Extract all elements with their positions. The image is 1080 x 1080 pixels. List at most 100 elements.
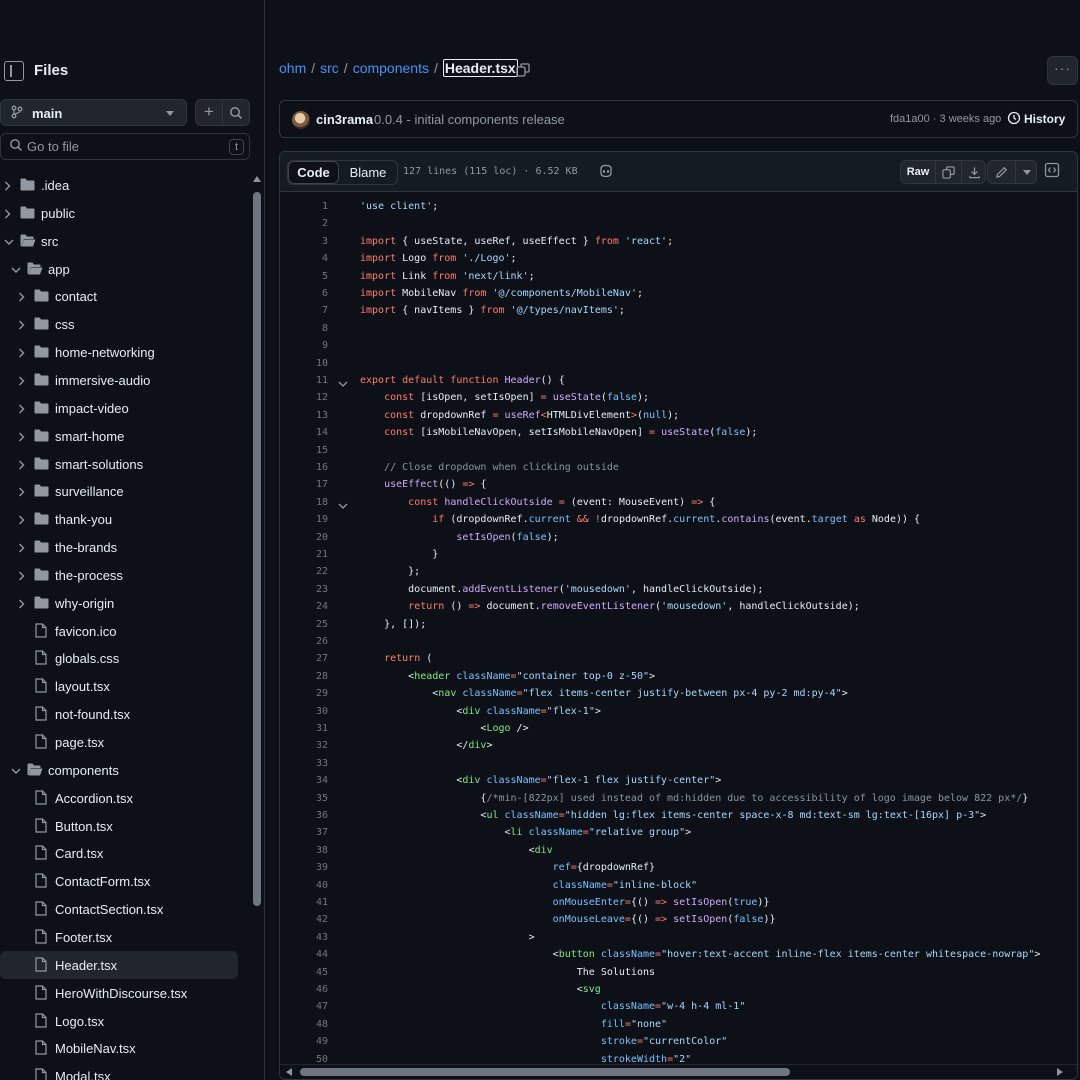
- breadcrumb-src-link[interactable]: src: [320, 60, 339, 76]
- tree-file-contactsection-tsx[interactable]: ContactSection.tsx: [0, 895, 238, 923]
- code-line[interactable]: 47 className="w-4 h-4 ml-1": [280, 998, 1077, 1015]
- line-number[interactable]: 37: [280, 824, 328, 841]
- line-number[interactable]: 6: [280, 285, 328, 302]
- download-button[interactable]: [962, 161, 986, 183]
- line-number[interactable]: 8: [280, 320, 328, 337]
- tree-folder-components[interactable]: components: [0, 756, 238, 784]
- line-number[interactable]: 16: [280, 459, 328, 476]
- code-line[interactable]: 5 import Link from 'next/link';: [280, 268, 1077, 285]
- add-file-button[interactable]: +: [195, 99, 223, 126]
- copy-raw-button[interactable]: [936, 161, 961, 183]
- line-number[interactable]: 10: [280, 355, 328, 372]
- code-line[interactable]: 24 return () => document.removeEventList…: [280, 598, 1077, 615]
- tree-folder-why-origin[interactable]: why-origin: [0, 589, 238, 617]
- line-number[interactable]: 22: [280, 563, 328, 580]
- line-number[interactable]: 28: [280, 668, 328, 685]
- line-number[interactable]: 39: [280, 859, 328, 876]
- tree-file-contactform-tsx[interactable]: ContactForm.tsx: [0, 867, 238, 895]
- tree-file-favicon-ico[interactable]: favicon.ico: [0, 617, 238, 645]
- chevron-right-icon[interactable]: [17, 346, 26, 358]
- chevron-right-icon[interactable]: [17, 318, 26, 330]
- code-line[interactable]: 48 fill="none": [280, 1016, 1077, 1033]
- chevron-right-icon[interactable]: [17, 569, 26, 581]
- tree-folder-the-process[interactable]: the-process: [0, 561, 238, 589]
- line-number[interactable]: 2: [280, 215, 328, 232]
- line-number[interactable]: 30: [280, 703, 328, 720]
- tree-folder-css[interactable]: css: [0, 310, 238, 338]
- line-number[interactable]: 1: [280, 198, 328, 215]
- breadcrumb-repo-link[interactable]: ohm: [279, 60, 306, 76]
- code-line[interactable]: 9: [280, 337, 1077, 354]
- tree-folder-contact[interactable]: contact: [0, 282, 238, 310]
- symbols-panel-button[interactable]: [1044, 162, 1064, 182]
- line-number[interactable]: 3: [280, 233, 328, 250]
- line-number[interactable]: 25: [280, 616, 328, 633]
- tree-folder-smart-solutions[interactable]: smart-solutions: [0, 450, 238, 478]
- tree-file-footer-tsx[interactable]: Footer.tsx: [0, 923, 238, 951]
- line-number[interactable]: 46: [280, 981, 328, 998]
- tree-folder-idea[interactable]: .idea: [0, 171, 238, 199]
- line-number[interactable]: 49: [280, 1033, 328, 1050]
- line-number[interactable]: 47: [280, 998, 328, 1015]
- code-line[interactable]: 34 <div className="flex-1 flex justify-c…: [280, 772, 1077, 789]
- edit-options-dropdown[interactable]: [1016, 161, 1037, 183]
- line-number[interactable]: 20: [280, 529, 328, 546]
- code-line[interactable]: 42 onMouseLeave={() => setIsOpen(false)}: [280, 911, 1077, 928]
- chevron-right-icon[interactable]: [17, 541, 26, 553]
- breadcrumb-components-link[interactable]: components: [353, 60, 429, 76]
- line-number[interactable]: 7: [280, 302, 328, 319]
- avatar[interactable]: [292, 111, 310, 129]
- code-line[interactable]: 21 }: [280, 546, 1077, 563]
- line-number[interactable]: 12: [280, 389, 328, 406]
- code-line[interactable]: 19 if (dropdownRef.current && !dropdownR…: [280, 511, 1077, 528]
- code-line[interactable]: 7 import { navItems } from '@/types/navIt…: [280, 302, 1077, 319]
- commit-message[interactable]: 0.0.4 - initial components release: [374, 112, 565, 127]
- line-number[interactable]: 42: [280, 911, 328, 928]
- line-number[interactable]: 48: [280, 1016, 328, 1033]
- tree-file-modal-tsx[interactable]: Modal.tsx: [0, 1062, 238, 1080]
- tree-file-page-tsx[interactable]: page.tsx: [0, 728, 238, 756]
- tree-file-button-tsx[interactable]: Button.tsx: [0, 812, 238, 840]
- chevron-right-icon[interactable]: [17, 374, 26, 386]
- search-files-button[interactable]: [222, 99, 250, 126]
- scroll-thumb[interactable]: [253, 192, 261, 906]
- code-line[interactable]: 36 <ul className="hidden lg:flex items-c…: [280, 807, 1077, 824]
- code-line[interactable]: 6 import MobileNav from '@/components/Mob…: [280, 285, 1077, 302]
- code-line[interactable]: 33: [280, 755, 1077, 772]
- line-number[interactable]: 38: [280, 842, 328, 859]
- line-number[interactable]: 26: [280, 633, 328, 650]
- code-line[interactable]: 12 const [isOpen, setIsOpen] = useState(…: [280, 389, 1077, 406]
- line-number[interactable]: 40: [280, 877, 328, 894]
- tab-blame[interactable]: Blame: [339, 161, 397, 184]
- code-line[interactable]: 30 <div className="flex-1">: [280, 703, 1077, 720]
- code-line[interactable]: 16 // Close dropdown when clicking outsi…: [280, 459, 1077, 476]
- code-line[interactable]: 25 }, []);: [280, 616, 1077, 633]
- horizontal-scrollbar[interactable]: [280, 1064, 1077, 1079]
- code-line[interactable]: 27 return (: [280, 650, 1077, 667]
- code-line[interactable]: 2: [280, 215, 1077, 232]
- code-line[interactable]: 43 >: [280, 929, 1077, 946]
- tree-file-card-tsx[interactable]: Card.tsx: [0, 839, 238, 867]
- code-line[interactable]: 49 stroke="currentColor": [280, 1033, 1077, 1050]
- chevron-right-icon[interactable]: [17, 597, 26, 609]
- line-number[interactable]: 31: [280, 720, 328, 737]
- copilot-icon[interactable]: [598, 164, 614, 183]
- chevron-right-icon[interactable]: [3, 179, 12, 191]
- code-line[interactable]: 11 export default function Header() {: [280, 372, 1077, 389]
- tree-file-globals-css[interactable]: globals.css: [0, 644, 238, 672]
- sidebar-panel-icon[interactable]: [4, 61, 24, 81]
- tree-file-logo-tsx[interactable]: Logo.tsx: [0, 1007, 238, 1035]
- line-number[interactable]: 21: [280, 546, 328, 563]
- tree-file-layout-tsx[interactable]: layout.tsx: [0, 672, 238, 700]
- code-line[interactable]: 8: [280, 320, 1077, 337]
- code-line[interactable]: 18 const handleClickOutside = (event: Mo…: [280, 494, 1077, 511]
- tree-file-mobilenav-tsx[interactable]: MobileNav.tsx: [0, 1034, 238, 1062]
- line-number[interactable]: 45: [280, 964, 328, 981]
- code-line[interactable]: 15: [280, 442, 1077, 459]
- code-line[interactable]: 45 The Solutions: [280, 964, 1077, 981]
- tree-folder-app[interactable]: app: [0, 255, 238, 283]
- code-line[interactable]: 29 <nav className="flex items-center jus…: [280, 685, 1077, 702]
- code-line[interactable]: 38 <div: [280, 842, 1077, 859]
- tree-folder-home-networking[interactable]: home-networking: [0, 338, 238, 366]
- tree-folder-public[interactable]: public: [0, 199, 238, 227]
